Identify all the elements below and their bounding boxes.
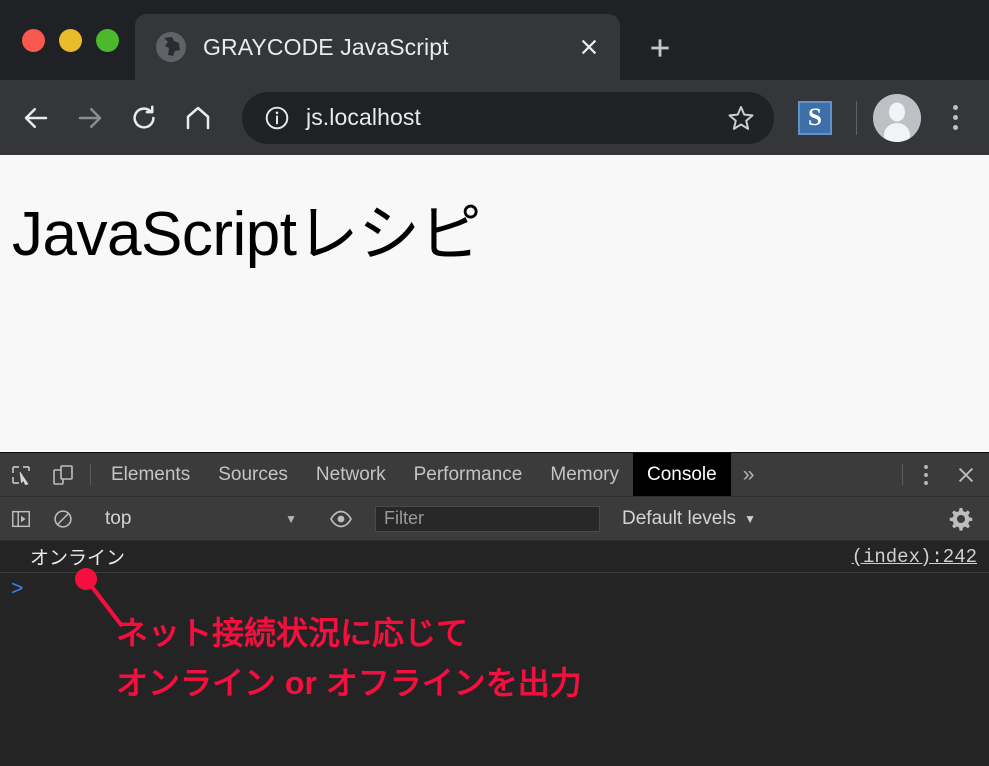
- three-dots-vertical-icon[interactable]: [935, 94, 975, 142]
- filter-input[interactable]: [375, 505, 600, 532]
- minimize-window-button[interactable]: [59, 29, 82, 52]
- chevron-down-icon: ▼: [744, 511, 756, 526]
- console-filter-bar: top ▼ Default levels ▼: [0, 497, 989, 541]
- browser-window: GRAYCODE JavaScript js.localhost S JavaS…: [0, 0, 989, 766]
- clear-console-icon[interactable]: [42, 508, 84, 530]
- more-tabs-button[interactable]: »: [731, 453, 767, 496]
- tab-elements[interactable]: Elements: [97, 453, 204, 496]
- reload-icon[interactable]: [118, 92, 170, 144]
- url-text: js.localhost: [306, 104, 421, 130]
- console-log-source-link[interactable]: (index):242: [852, 546, 977, 568]
- info-icon[interactable]: [264, 105, 290, 131]
- toolbar-divider: [856, 100, 857, 135]
- close-window-button[interactable]: [22, 29, 45, 52]
- devtools-menu-icon[interactable]: [909, 453, 943, 496]
- context-selector[interactable]: top ▼: [97, 508, 307, 530]
- annotation-line-2: オンライン or オフラインを出力: [116, 664, 582, 701]
- console-prompt[interactable]: >: [0, 573, 989, 607]
- inspect-element-icon[interactable]: [0, 453, 42, 496]
- device-toolbar-icon[interactable]: [42, 453, 84, 496]
- annotation-line-1: ネット接続状況に応じて: [116, 615, 469, 651]
- tab-title: GRAYCODE JavaScript: [203, 33, 449, 60]
- gear-icon[interactable]: [933, 506, 989, 532]
- divider: [90, 464, 91, 485]
- devtools-panel: Elements Sources Network Performance Mem…: [0, 452, 989, 766]
- avatar[interactable]: [873, 93, 921, 142]
- extension-icon[interactable]: S: [798, 100, 832, 135]
- console-log-message: オンライン: [30, 548, 126, 569]
- log-levels-selector[interactable]: Default levels ▼: [622, 508, 756, 530]
- browser-toolbar: js.localhost S: [0, 80, 989, 155]
- console-output: オンライン (index):242 > ネット接続状況に応じて オンライン or…: [0, 541, 989, 766]
- tab-strip: GRAYCODE JavaScript: [0, 0, 989, 80]
- log-levels-label: Default levels: [622, 507, 737, 529]
- tab-memory[interactable]: Memory: [536, 453, 633, 496]
- console-sidebar-icon[interactable]: [0, 508, 42, 530]
- context-label: top: [105, 507, 132, 529]
- devtools-tabbar: Elements Sources Network Performance Mem…: [0, 453, 989, 497]
- page-title: JavaScriptレシピ: [12, 200, 481, 269]
- forward-icon[interactable]: [64, 92, 116, 144]
- chevron-down-icon: ▼: [285, 511, 297, 526]
- tab-network[interactable]: Network: [302, 453, 400, 496]
- back-icon[interactable]: [10, 92, 62, 144]
- page-content: JavaScriptレシピ: [0, 155, 989, 452]
- annotation-text: ネット接続状況に応じて オンライン or オフラインを出力: [116, 609, 582, 708]
- prompt-caret-icon: >: [11, 578, 24, 602]
- address-bar[interactable]: js.localhost: [242, 91, 774, 144]
- live-expression-icon[interactable]: [320, 507, 362, 531]
- maximize-window-button[interactable]: [96, 29, 119, 52]
- tab-sources[interactable]: Sources: [204, 453, 302, 496]
- tab-performance[interactable]: Performance: [400, 453, 537, 496]
- tab-console[interactable]: Console: [633, 453, 731, 496]
- divider: [902, 464, 903, 485]
- home-icon[interactable]: [172, 92, 224, 144]
- browser-tab[interactable]: GRAYCODE JavaScript: [135, 14, 620, 80]
- star-icon[interactable]: [726, 103, 756, 133]
- close-tab-button[interactable]: [572, 30, 606, 64]
- console-log-row[interactable]: オンライン (index):242: [0, 541, 989, 573]
- globe-icon: [155, 31, 187, 63]
- close-devtools-button[interactable]: [943, 453, 989, 496]
- new-tab-button[interactable]: [638, 26, 682, 70]
- window-controls: [0, 29, 135, 80]
